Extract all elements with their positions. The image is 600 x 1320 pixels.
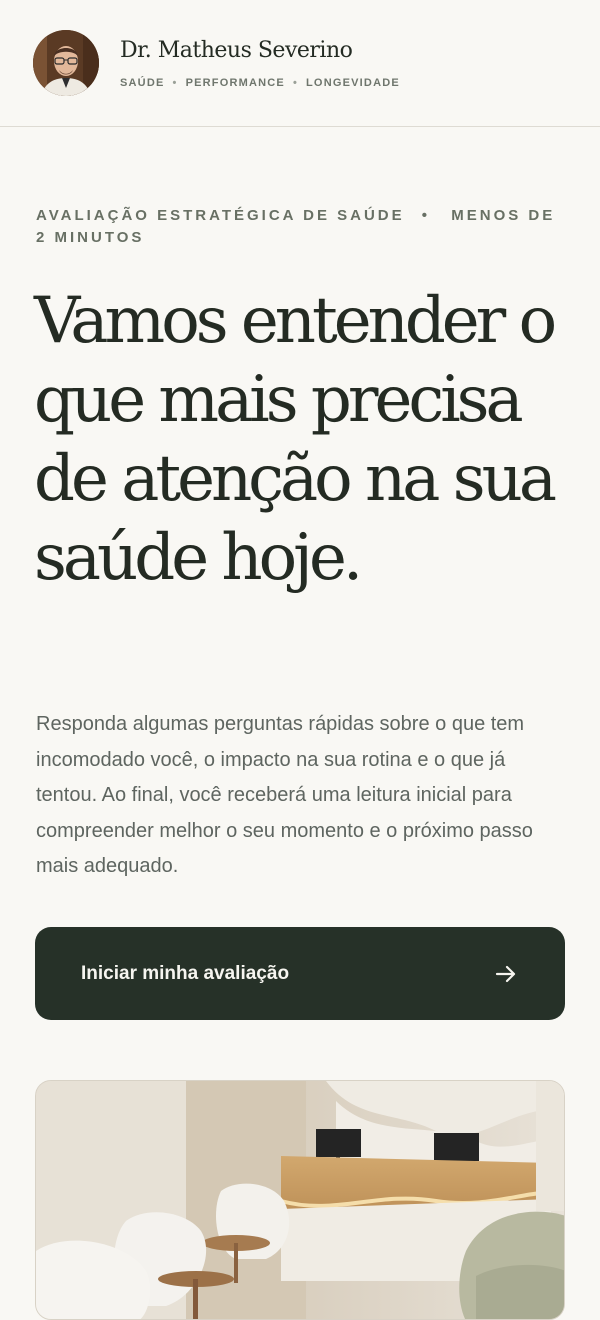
intro-paragraph: Responda algumas perguntas rápidas sobre… (36, 713, 533, 877)
doctor-name: Dr. Matheus Severino (120, 38, 353, 63)
eyebrow-label: AVALIAÇÃO ESTRATÉGICA DE SAÚDE • MENOS D… (36, 205, 566, 249)
tag-performance: PERFORMANCE (185, 77, 285, 89)
clinic-interior-image (36, 1081, 564, 1319)
tag-saude: SAÚDE (120, 77, 165, 89)
site-header: Dr. Matheus Severino SAÚDE • PERFORMANCE… (0, 0, 600, 127)
doctor-avatar (33, 30, 99, 96)
tag-longevidade: LONGEVIDADE (306, 77, 400, 89)
start-assessment-button[interactable]: Iniciar minha avaliação (35, 927, 565, 1020)
start-assessment-label: Iniciar minha avaliação (81, 962, 290, 984)
doctor-portrait-image (33, 30, 99, 96)
tag-separator-dot: • (292, 77, 299, 89)
clinic-reception-photo (35, 1080, 565, 1320)
tag-separator-dot: • (172, 77, 178, 89)
specialty-tags: SAÚDE • PERFORMANCE • LONGEVIDADE (120, 77, 400, 89)
eyebrow-title: AVALIAÇÃO ESTRATÉGICA DE SAÚDE (36, 207, 405, 224)
eyebrow-separator: • (421, 207, 431, 224)
page-headline: Vamos entender o que mais precisa de ate… (34, 284, 557, 595)
arrow-right-icon (495, 965, 516, 982)
